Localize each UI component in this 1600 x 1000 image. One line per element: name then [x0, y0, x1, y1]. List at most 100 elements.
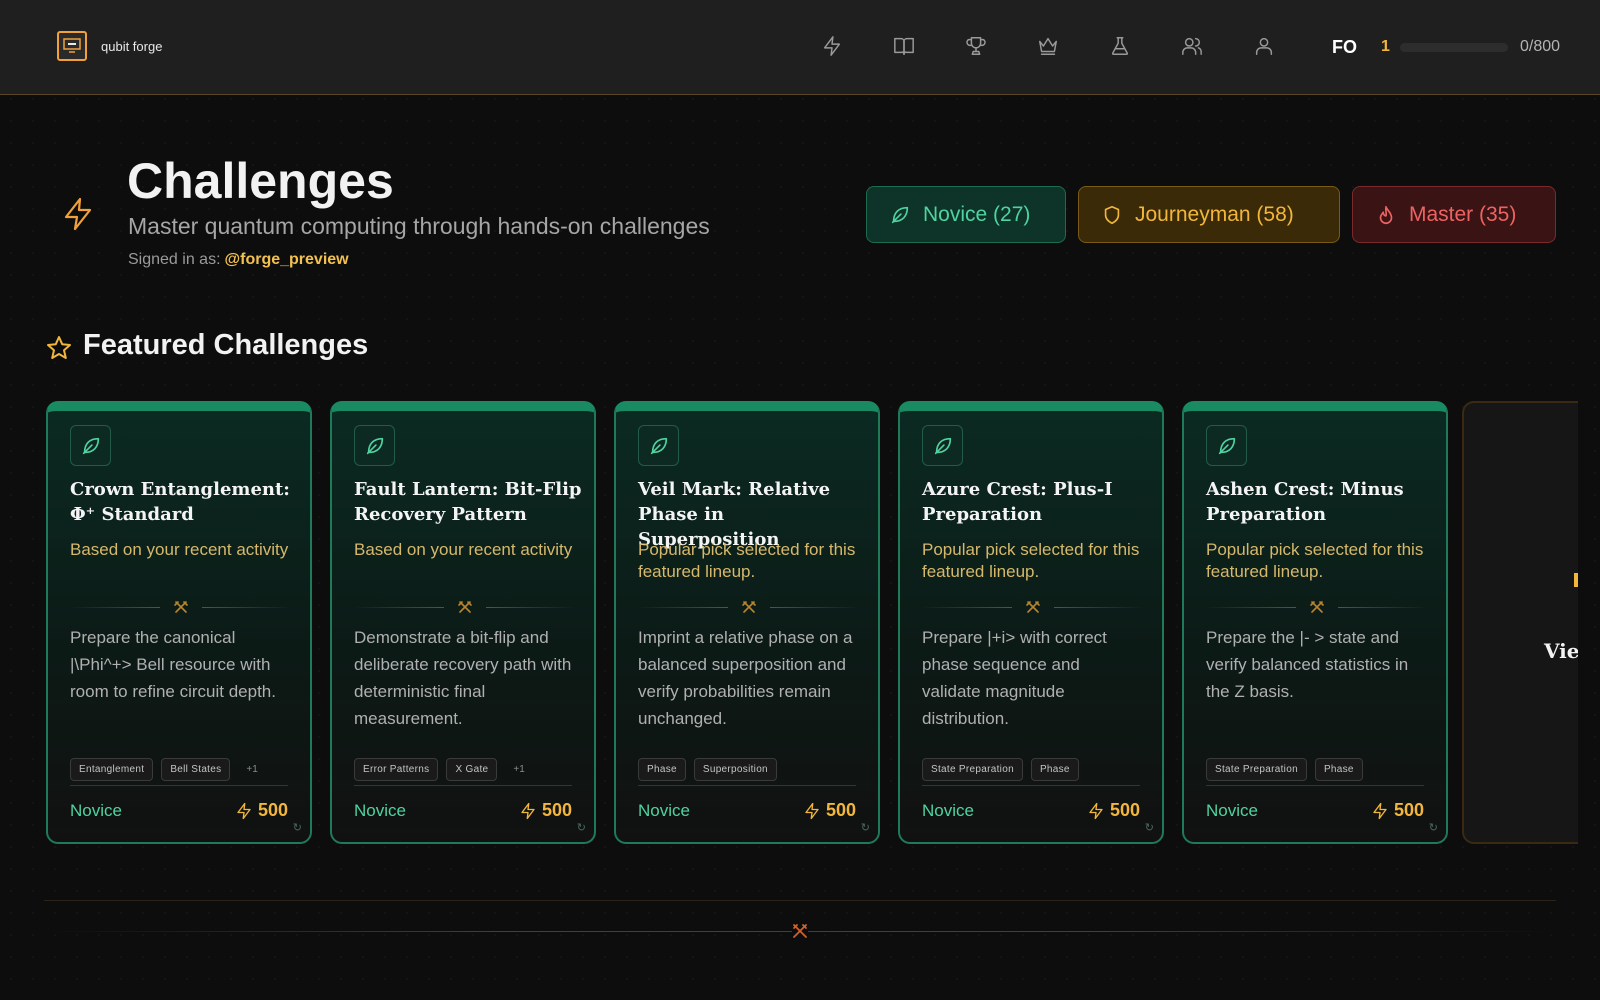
card-divider: [922, 600, 1144, 614]
tag[interactable]: State Preparation: [922, 758, 1023, 781]
user-level: 1: [1381, 38, 1390, 55]
top-bar: qubit forge FO 1 0/800: [0, 0, 1600, 95]
filter-novice-label: Novice (27): [923, 202, 1031, 226]
card-reason: Popular pick selected for this featured …: [1206, 540, 1424, 581]
card-title: Crown Entanglement: Φ⁺ Standard: [70, 479, 290, 525]
bolt-icon: [1089, 802, 1103, 819]
app-name[interactable]: qubit forge: [101, 39, 162, 54]
filter-master-button[interactable]: Master (35): [1352, 186, 1556, 243]
card-tags: Phase Superposition: [638, 758, 777, 781]
card-tags: State Preparation Phase: [922, 758, 1079, 781]
card-separator: [1206, 785, 1424, 786]
filter-master-label: Master (35): [1409, 202, 1517, 226]
card-difficulty: Novice: [638, 801, 690, 820]
user-avatar-initials[interactable]: FO: [1332, 37, 1357, 58]
card-difficulty: Novice: [354, 801, 406, 820]
filter-journeyman-label: Journeyman (58): [1135, 202, 1294, 226]
xp-progress-bar: [1400, 43, 1508, 52]
card-points-value: 500: [257, 800, 288, 820]
filter-journeyman-button[interactable]: Journeyman (58): [1078, 186, 1340, 243]
users-icon[interactable]: [1180, 34, 1204, 58]
tag[interactable]: Phase: [638, 758, 686, 781]
refresh-icon[interactable]: ↻: [1429, 821, 1438, 834]
page-subtitle: Master quantum computing through hands-o…: [128, 213, 710, 239]
crown-icon[interactable]: [1036, 34, 1060, 58]
card-divider: [1206, 600, 1428, 614]
card-points-value: 500: [1109, 800, 1140, 820]
card-description: Prepare the canonical |\Phi^+> Bell reso…: [70, 628, 276, 701]
crossed-swords-icon: [1309, 600, 1325, 614]
challenge-card[interactable]: Ashen Crest: Minus Preparation Popular p…: [1182, 401, 1448, 844]
leaf-icon: [891, 206, 909, 223]
tag[interactable]: State Preparation: [1206, 758, 1307, 781]
flask-icon[interactable]: [1108, 34, 1132, 58]
challenge-card[interactable]: Crown Entanglement: Φ⁺ Standard Based on…: [46, 401, 312, 844]
card-difficulty: Novice: [1206, 801, 1258, 820]
tag[interactable]: Superposition: [693, 758, 777, 781]
book-icon[interactable]: [892, 34, 916, 58]
tag[interactable]: Phase: [1030, 758, 1079, 781]
card-title: Fault Lantern: Bit-Flip Recovery Pattern: [354, 479, 582, 525]
card-divider: [70, 600, 292, 614]
crossed-swords-icon: [1025, 600, 1041, 614]
card-points-value: 500: [825, 800, 856, 820]
tag[interactable]: Error Patterns: [354, 758, 439, 781]
filter-novice-button[interactable]: Novice (27): [866, 186, 1066, 243]
featured-title: Featured Challenges: [83, 329, 369, 361]
card-points: 500: [519, 800, 572, 821]
card-separator: [70, 785, 288, 786]
leaf-icon: [922, 425, 963, 466]
card-tags: State Preparation Phase: [1206, 758, 1363, 781]
crossed-swords-icon: [792, 923, 808, 939]
refresh-icon[interactable]: ↻: [861, 821, 870, 834]
card-tags: Entanglement Bell States +1: [70, 758, 258, 781]
more-tags[interactable]: +1: [246, 764, 257, 775]
card-points-value: 500: [1393, 800, 1424, 820]
card-title: Ashen Crest: Minus Preparation: [1206, 479, 1404, 525]
leaf-icon: [354, 425, 395, 466]
card-difficulty: Novice: [922, 801, 974, 820]
refresh-icon[interactable]: ↻: [1145, 821, 1154, 834]
challenge-card[interactable]: Fault Lantern: Bit-Flip Recovery Pattern…: [330, 401, 596, 844]
bolt-icon: [62, 197, 94, 231]
card-separator: [922, 785, 1140, 786]
xp-text: 0/800: [1520, 38, 1561, 55]
crossed-swords-icon: [741, 600, 757, 614]
bolt-icon[interactable]: [820, 34, 844, 58]
bolt-icon: [805, 802, 819, 819]
tag[interactable]: Phase: [1314, 758, 1363, 781]
tag[interactable]: X Gate: [446, 758, 498, 781]
tag[interactable]: Entanglement: [70, 758, 154, 781]
bolt-icon: [237, 802, 251, 819]
card-difficulty: Novice: [70, 801, 122, 820]
crossed-swords-icon: [173, 600, 189, 614]
shield-icon: [1104, 205, 1120, 224]
refresh-icon[interactable]: ↻: [577, 821, 586, 834]
view-all-card[interactable]: View: [1462, 401, 1578, 844]
user-icon[interactable]: [1252, 34, 1276, 58]
card-separator: [354, 785, 572, 786]
challenge-card[interactable]: Veil Mark: Relative Phase in Superpositi…: [614, 401, 880, 844]
signed-in-label: Signed in as:: [128, 251, 221, 268]
challenge-card[interactable]: Azure Crest: Plus-I Preparation Popular …: [898, 401, 1164, 844]
trophy-icon[interactable]: [964, 34, 988, 58]
computer-icon[interactable]: [57, 31, 87, 61]
flame-icon: [1379, 205, 1393, 224]
card-reason: Based on your recent activity: [70, 540, 289, 559]
card-points: 500: [1371, 800, 1424, 821]
card-divider: [638, 600, 860, 614]
more-tags[interactable]: +1: [513, 764, 524, 775]
user-handle[interactable]: @forge_preview: [225, 251, 349, 268]
bolt-icon: [1373, 802, 1387, 819]
signed-in-info: Signed in as: @forge_preview: [128, 251, 349, 269]
card-description: Demonstrate a bit-flip and deliberate re…: [354, 628, 572, 728]
leaf-icon: [1206, 425, 1247, 466]
leaf-icon: [70, 425, 111, 466]
refresh-icon[interactable]: ↻: [293, 821, 302, 834]
page-title: Challenges: [127, 153, 394, 209]
tag[interactable]: Bell States: [161, 758, 231, 781]
card-description: Prepare |+i> with correct phase sequence…: [922, 628, 1107, 728]
leaf-icon: [638, 425, 679, 466]
card-tags: Error Patterns X Gate +1: [354, 758, 525, 781]
card-reason: Based on your recent activity: [354, 540, 573, 559]
